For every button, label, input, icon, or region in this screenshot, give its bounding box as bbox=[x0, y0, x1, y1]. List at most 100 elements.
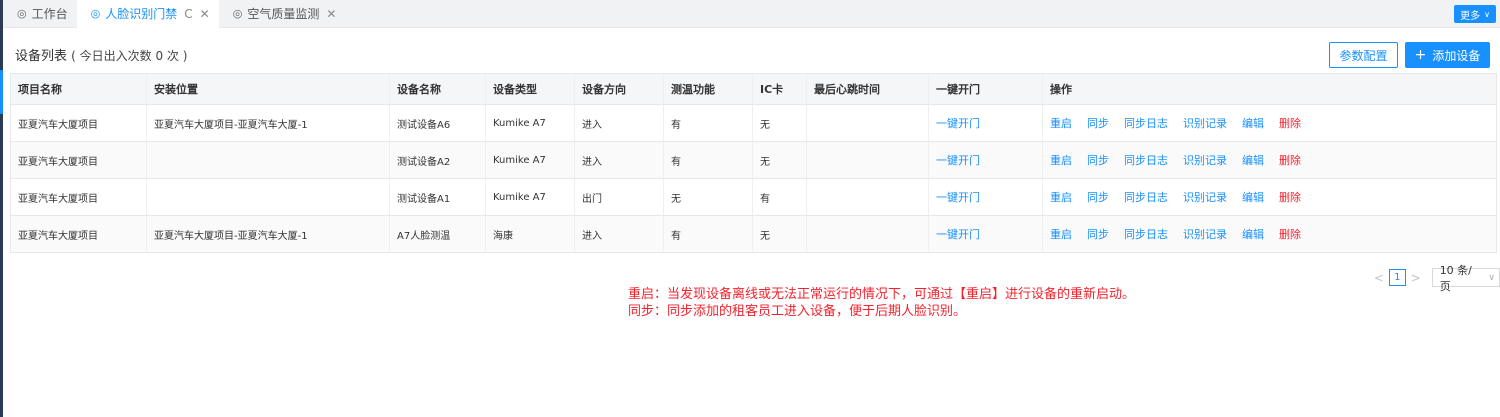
cell-heartbeat bbox=[806, 104, 929, 142]
col-actions: 操作 bbox=[1042, 73, 1497, 105]
restart-link[interactable]: 重启 bbox=[1050, 228, 1072, 241]
restart-link[interactable]: 重启 bbox=[1050, 117, 1072, 130]
restart-link[interactable]: 重启 bbox=[1050, 154, 1072, 167]
sidebar-active-indicator bbox=[0, 70, 3, 114]
recognition-record-link[interactable]: 识别记录 bbox=[1183, 117, 1227, 130]
chevron-down-icon: ∨ bbox=[1488, 272, 1496, 283]
note-restart: 重启：当发现设备离线或无法正常运行的情况下，可通过【重启】进行设备的重新启动。 bbox=[628, 287, 1136, 302]
sync-link[interactable]: 同步 bbox=[1087, 154, 1109, 167]
target-icon: ◎ bbox=[17, 7, 27, 20]
open-door-link[interactable]: 一键开门 bbox=[936, 117, 980, 130]
page-size-select[interactable]: 10 条/页 ∨ bbox=[1431, 264, 1500, 293]
cell-heartbeat bbox=[806, 178, 929, 216]
edit-link[interactable]: 编辑 bbox=[1242, 117, 1264, 130]
close-icon[interactable]: ✕ bbox=[326, 7, 336, 21]
cell-location bbox=[146, 178, 390, 216]
cell-ic: 无 bbox=[752, 104, 807, 142]
delete-link[interactable]: 删除 bbox=[1279, 154, 1301, 167]
pagination: < 1 > 10 条/页 ∨ bbox=[1373, 264, 1500, 293]
cell-temp: 有 bbox=[663, 141, 753, 179]
sync-log-link[interactable]: 同步日志 bbox=[1124, 228, 1168, 241]
col-open: 一键开门 bbox=[928, 73, 1043, 105]
delete-link[interactable]: 删除 bbox=[1279, 228, 1301, 241]
tab-face-access[interactable]: ◎ 人脸识别门禁 C ✕ bbox=[76, 0, 219, 28]
open-door-link[interactable]: 一键开门 bbox=[936, 154, 980, 167]
delete-link[interactable]: 删除 bbox=[1279, 191, 1301, 204]
cell-type: Kumike A7 bbox=[485, 141, 575, 179]
cell-location: 亚夏汽车大厦项目-亚夏汽车大厦-1 bbox=[146, 215, 390, 253]
tab-bar: ◎ 工作台 ◎ 人脸识别门禁 C ✕ ◎ 空气质量监测 ✕ 更多 ∨ bbox=[3, 0, 1500, 28]
sync-link[interactable]: 同步 bbox=[1087, 228, 1109, 241]
cell-project: 亚夏汽车大厦项目 bbox=[10, 178, 147, 216]
cell-project: 亚夏汽车大厦项目 bbox=[10, 141, 147, 179]
edit-link[interactable]: 编辑 bbox=[1242, 191, 1264, 204]
chevron-right-icon[interactable]: > bbox=[1410, 271, 1422, 285]
cell-type: Kumike A7 bbox=[485, 104, 575, 142]
cell-type: Kumike A7 bbox=[485, 178, 575, 216]
restart-link[interactable]: 重启 bbox=[1050, 191, 1072, 204]
sync-link[interactable]: 同步 bbox=[1087, 191, 1109, 204]
config-button[interactable]: 参数配置 bbox=[1329, 42, 1398, 68]
cell-heartbeat bbox=[806, 215, 929, 253]
page-number[interactable]: 1 bbox=[1388, 269, 1406, 286]
recognition-record-link[interactable]: 识别记录 bbox=[1183, 154, 1227, 167]
chevron-left-icon[interactable]: < bbox=[1373, 271, 1385, 285]
col-heartbeat: 最后心跳时间 bbox=[806, 73, 929, 105]
sync-log-link[interactable]: 同步日志 bbox=[1124, 117, 1168, 130]
help-notes: 重启：当发现设备离线或无法正常运行的情况下，可通过【重启】进行设备的重新启动。 … bbox=[628, 286, 1135, 320]
target-icon: ◎ bbox=[232, 7, 243, 20]
cell-ic: 有 bbox=[752, 178, 807, 216]
device-table: 项目名称 安装位置 设备名称 设备类型 设备方向 测温功能 IC卡 最后心跳时间… bbox=[10, 73, 1497, 253]
col-temp: 测温功能 bbox=[663, 73, 753, 105]
recognition-record-link[interactable]: 识别记录 bbox=[1183, 191, 1227, 204]
sync-link[interactable]: 同步 bbox=[1087, 117, 1109, 130]
cell-temp: 有 bbox=[663, 104, 753, 142]
cell-location: 亚夏汽车大厦项目-亚夏汽车大厦-1 bbox=[146, 104, 390, 142]
cell-project: 亚夏汽车大厦项目 bbox=[10, 215, 147, 253]
plus-icon: + bbox=[1414, 47, 1427, 63]
tab-label: 空气质量监测 bbox=[247, 7, 320, 21]
table-header: 项目名称 安装位置 设备名称 设备类型 设备方向 测温功能 IC卡 最后心跳时间… bbox=[10, 73, 1497, 105]
chevron-down-icon: ∨ bbox=[1484, 9, 1490, 19]
face-icon: ◎ bbox=[90, 7, 101, 20]
col-device-name: 设备名称 bbox=[389, 73, 486, 105]
cell-temp: 有 bbox=[663, 215, 753, 253]
table-row: 亚夏汽车大厦项目 测试设备A2 Kumike A7 进入 有 无 一键开门 重启… bbox=[10, 141, 1497, 179]
recognition-record-link[interactable]: 识别记录 bbox=[1183, 228, 1227, 241]
cell-name: 测试设备A6 bbox=[389, 104, 486, 142]
col-direction: 设备方向 bbox=[574, 73, 664, 105]
add-device-button[interactable]: + 添加设备 bbox=[1405, 42, 1490, 68]
cell-direction: 进入 bbox=[574, 215, 664, 253]
col-project: 项目名称 bbox=[10, 73, 147, 105]
table-row: 亚夏汽车大厦项目 测试设备A1 Kumike A7 出门 无 有 一键开门 重启… bbox=[10, 178, 1497, 216]
cell-ic: 无 bbox=[752, 141, 807, 179]
page-title: 设备列表 ( 今日出入次数 0 次 ) bbox=[15, 45, 187, 64]
cell-direction: 出门 bbox=[574, 178, 664, 216]
today-count: ( 今日出入次数 0 次 ) bbox=[71, 49, 188, 63]
tab-label: 人脸识别门禁 bbox=[105, 7, 178, 21]
open-door-link[interactable]: 一键开门 bbox=[936, 228, 980, 241]
col-ic: IC卡 bbox=[752, 73, 807, 105]
cell-ic: 无 bbox=[752, 215, 807, 253]
col-device-type: 设备类型 bbox=[485, 73, 575, 105]
add-device-label: 添加设备 bbox=[1432, 48, 1481, 63]
more-label: 更多 bbox=[1460, 10, 1481, 22]
edit-link[interactable]: 编辑 bbox=[1242, 228, 1264, 241]
cell-name: 测试设备A2 bbox=[389, 141, 486, 179]
cell-direction: 进入 bbox=[574, 104, 664, 142]
edit-link[interactable]: 编辑 bbox=[1242, 154, 1264, 167]
more-button[interactable]: 更多 ∨ bbox=[1454, 5, 1496, 23]
refresh-icon[interactable]: C bbox=[184, 7, 192, 21]
sync-log-link[interactable]: 同步日志 bbox=[1124, 191, 1168, 204]
close-icon[interactable]: ✕ bbox=[200, 7, 210, 21]
title-text: 设备列表 bbox=[15, 49, 68, 64]
actions-cell: 重启 同步 同步日志 识别记录 编辑 删除 bbox=[1042, 178, 1497, 216]
cell-location bbox=[146, 141, 390, 179]
delete-link[interactable]: 删除 bbox=[1279, 117, 1301, 130]
table-row: 亚夏汽车大厦项目 亚夏汽车大厦项目-亚夏汽车大厦-1 A7人脸测温 海康 进入 … bbox=[10, 215, 1497, 253]
tab-air-quality[interactable]: ◎ 空气质量监测 ✕ bbox=[219, 0, 346, 28]
tab-workbench[interactable]: ◎ 工作台 bbox=[3, 0, 77, 28]
actions-cell: 重启 同步 同步日志 识别记录 编辑 删除 bbox=[1042, 104, 1497, 142]
open-door-link[interactable]: 一键开门 bbox=[936, 191, 980, 204]
sync-log-link[interactable]: 同步日志 bbox=[1124, 154, 1168, 167]
